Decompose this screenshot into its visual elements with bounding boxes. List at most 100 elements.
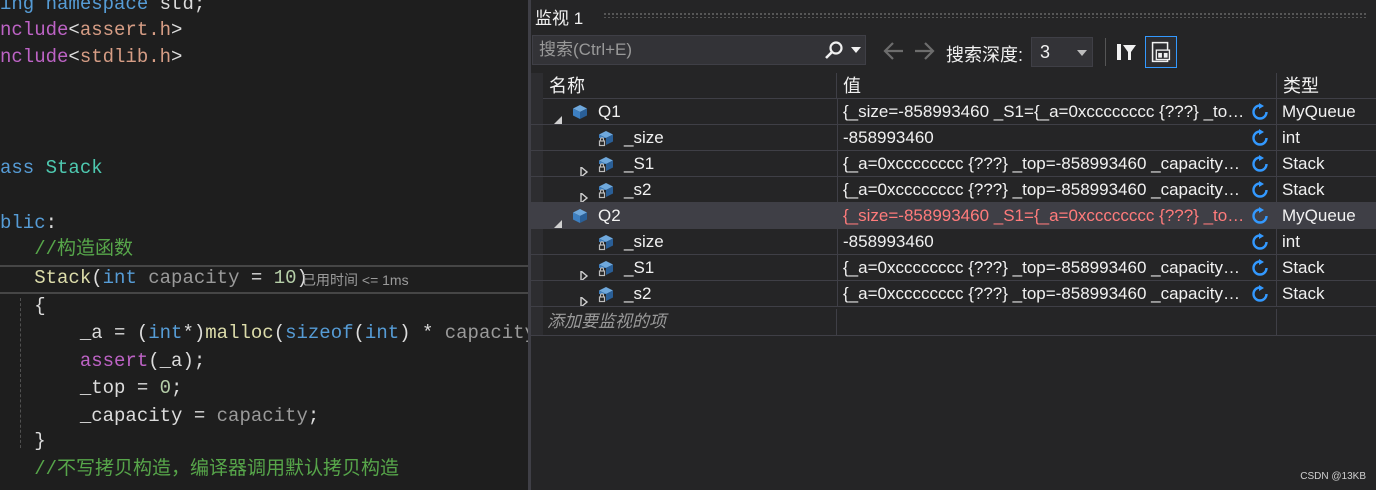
code-token: _capacity =: [0, 405, 217, 427]
private-member-icon: [597, 259, 615, 277]
code-token: :: [45, 212, 58, 234]
elapsed-time-hint: 已用时间 <= 1ms: [302, 272, 409, 288]
watch-row-name-cell[interactable]: _s2: [531, 177, 836, 202]
code-token: blic: [0, 212, 46, 234]
watch-row[interactable]: _size -858993460 int: [531, 125, 1376, 151]
code-token: nclude: [0, 46, 69, 68]
watch-row-value-cell[interactable]: {_size=-858993460 _S1={_a=0xcccccccc {??…: [837, 203, 1277, 228]
filter-pin-icon[interactable]: [1114, 40, 1138, 64]
watch-row-name-cell[interactable]: _size: [531, 125, 836, 150]
refresh-icon[interactable]: [1251, 207, 1269, 225]
refresh-icon[interactable]: [1251, 181, 1269, 199]
code-token: <: [68, 46, 80, 68]
search-box[interactable]: [532, 35, 866, 65]
chevron-down-icon[interactable]: [1077, 50, 1087, 56]
watch-row-name-cell[interactable]: Q2: [531, 203, 836, 228]
collapsed-arrow-icon[interactable]: [579, 263, 589, 280]
refresh-icon[interactable]: [1251, 259, 1269, 277]
expanded-arrow-icon[interactable]: [553, 107, 563, 124]
watch-row-name-cell[interactable]: _S1: [531, 255, 836, 280]
code-line: blic:: [0, 210, 57, 237]
code-token: int: [148, 322, 183, 344]
object-variable-icon: [571, 103, 589, 121]
refresh-icon[interactable]: [1251, 155, 1269, 173]
refresh-icon[interactable]: [1251, 285, 1269, 303]
watch-row-value: {_size=-858993460 _S1={_a=0xcccccccc {??…: [843, 206, 1248, 225]
code-editor[interactable]: ing namespace std; nclude<assert.h> nclude…: [0, 0, 528, 490]
refresh-icon[interactable]: [1251, 233, 1269, 251]
watch-row-value-cell[interactable]: {_a=0xcccccccc {???} _top=-858993460 _ca…: [837, 177, 1277, 202]
code-token: >: [171, 19, 183, 41]
collapsed-arrow-icon[interactable]: [579, 185, 589, 202]
column-header-name[interactable]: 名称: [543, 73, 836, 99]
watch-row-value: {_size=-858993460 _S1={_a=0xcccccccc {??…: [843, 102, 1248, 121]
code-token: //构造函数: [0, 238, 134, 260]
arrow-right-icon[interactable]: [911, 40, 937, 62]
watch-row-name: _S1: [624, 258, 655, 277]
watch-row-value: {_a=0xcccccccc {???} _top=-858993460 _ca…: [843, 258, 1248, 277]
code-line: }: [0, 428, 45, 455]
watch-row[interactable]: _size -858993460 int: [531, 229, 1376, 255]
watch-row[interactable]: _S1 {_a=0xcccccccc {???} _top=-858993460 …: [531, 151, 1376, 177]
watch-row-value-cell[interactable]: {_size=-858993460 _S1={_a=0xcccccccc {??…: [837, 99, 1277, 124]
code-token: (: [273, 322, 286, 344]
code-token: ;: [171, 377, 183, 399]
watch-row-value: -858993460: [843, 232, 934, 251]
watch-row-name-cell[interactable]: _s2: [531, 281, 836, 306]
watch-row-type: Stack: [1276, 255, 1376, 280]
code-line: _top = 0;: [0, 375, 183, 402]
arrow-left-icon[interactable]: [881, 40, 907, 62]
code-token: ;: [307, 405, 320, 427]
watch-row[interactable]: _s2 {_a=0xcccccccc {???} _top=-858993460 …: [531, 281, 1376, 307]
code-token: int: [364, 322, 400, 344]
code-token: assert.h: [79, 19, 172, 41]
search-depth-select[interactable]: 3: [1031, 37, 1093, 67]
code-line: _capacity = capacity;: [0, 403, 319, 430]
watch-row[interactable]: _S1 {_a=0xcccccccc {???} _top=-858993460 …: [531, 255, 1376, 281]
watch-row-name: _S1: [624, 154, 655, 173]
private-member-icon: [597, 181, 615, 199]
expanded-arrow-icon[interactable]: [553, 211, 563, 228]
watch-row-value-cell[interactable]: {_a=0xcccccccc {???} _top=-858993460 _ca…: [837, 151, 1277, 176]
code-token: std;: [159, 0, 206, 15]
watch-row-value-cell[interactable]: {_a=0xcccccccc {???} _top=-858993460 _ca…: [837, 255, 1277, 280]
collapsed-arrow-icon[interactable]: [579, 159, 589, 176]
watch-row-value-cell[interactable]: -858993460: [837, 229, 1277, 254]
collapsed-arrow-icon[interactable]: [579, 289, 589, 306]
watch-row-name-cell[interactable]: _S1: [531, 151, 836, 176]
watch-row[interactable]: Q2 {_size=-858993460 _S1={_a=0xcccccccc {…: [531, 203, 1376, 229]
column-header-type[interactable]: 类型: [1276, 73, 1376, 99]
refresh-icon[interactable]: [1251, 103, 1269, 121]
code-token: //不写拷贝构造，编译器调用默认拷贝构造: [0, 458, 400, 480]
watch-window-title[interactable]: 监视 1: [535, 4, 583, 29]
add-watch-placeholder[interactable]: 添加要监视的项: [531, 309, 852, 335]
watch-row-type: int: [1276, 125, 1376, 150]
code-token: ) *: [399, 322, 445, 344]
code-line: nclude<assert.h>: [0, 17, 182, 44]
watch-row-name-cell[interactable]: Q1: [531, 99, 836, 124]
search-icon[interactable]: [823, 40, 845, 62]
watch-window: 监视 1 搜索深度: 3: [531, 0, 1376, 490]
watch-row-name-cell[interactable]: _size: [531, 229, 836, 254]
column-header-value[interactable]: 值: [836, 73, 1276, 99]
search-input[interactable]: [539, 40, 809, 60]
code-token: ing: [0, 0, 46, 15]
watch-row-value-cell[interactable]: {_a=0xcccccccc {???} _top=-858993460 _ca…: [837, 281, 1277, 306]
hex-display-toggle[interactable]: [1145, 36, 1177, 68]
watch-row-type: MyQueue: [1276, 203, 1376, 228]
watch-row-value-cell[interactable]: -858993460: [837, 125, 1277, 150]
watch-row[interactable]: _s2 {_a=0xcccccccc {???} _top=-858993460 …: [531, 177, 1376, 203]
code-line: ing namespace std;: [0, 0, 205, 18]
watermark: CSDN @13KB: [1300, 471, 1366, 482]
toolbar-separator: [1105, 38, 1106, 66]
title-bar-grip[interactable]: [603, 12, 1368, 18]
code-token: (_a);: [148, 350, 206, 372]
watch-row-type: Stack: [1276, 281, 1376, 306]
code-token: >: [171, 46, 183, 68]
watch-row[interactable]: Q1 {_size=-858993460 _S1={_a=0xcccccccc {…: [531, 99, 1376, 125]
watch-row-type: MyQueue: [1276, 99, 1376, 124]
chevron-down-icon[interactable]: [851, 47, 861, 53]
refresh-icon[interactable]: [1251, 129, 1269, 147]
code-token: _a = (: [0, 322, 149, 344]
